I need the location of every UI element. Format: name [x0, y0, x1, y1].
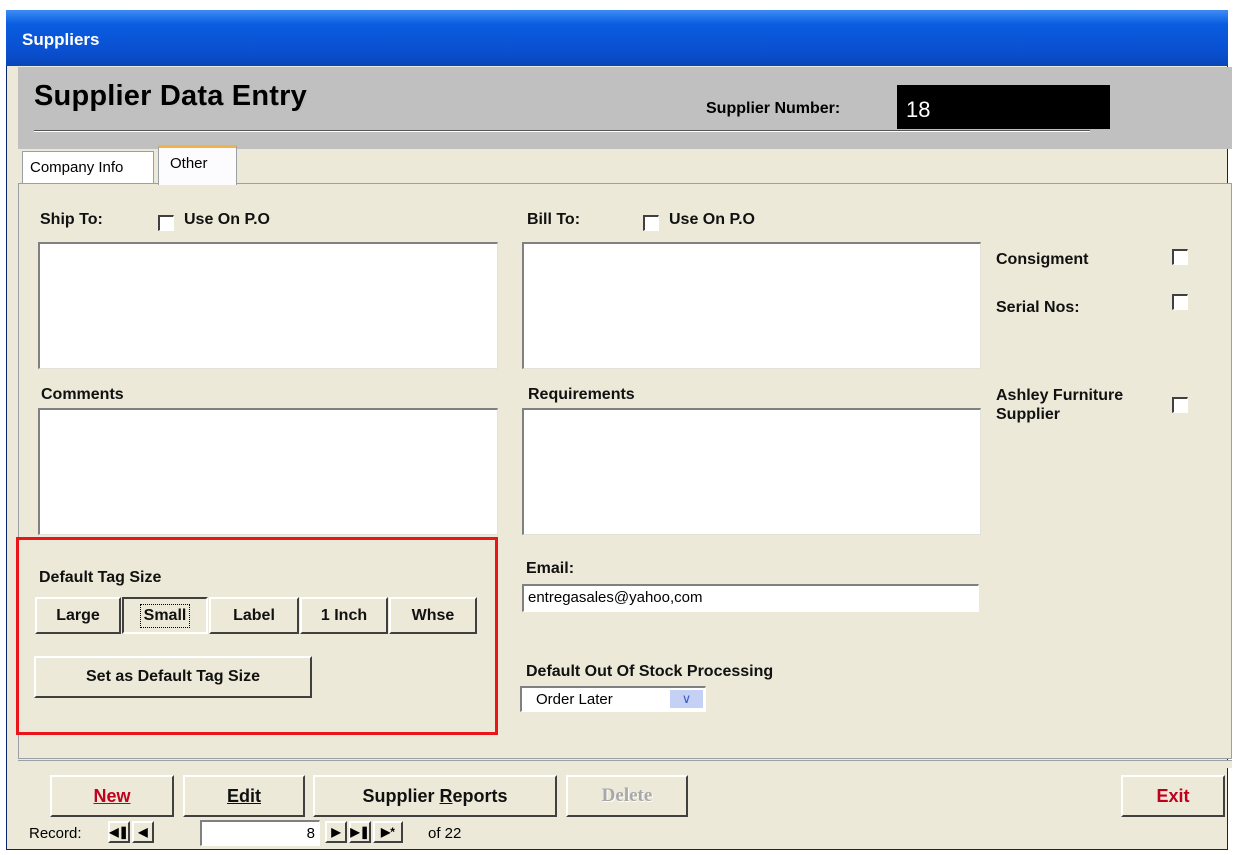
default-tag-size-label: Default Tag Size [39, 569, 162, 586]
set-default-tag-size-label: Set as Default Tag Size [86, 668, 260, 685]
supplier-number-field[interactable]: 18 [897, 85, 1110, 129]
out-of-stock-value: Order Later [536, 691, 613, 708]
title-bar[interactable] [6, 10, 1228, 66]
tab-company-info[interactable]: Company Info [22, 151, 154, 183]
chevron-down-icon[interactable]: ∨ [670, 690, 703, 708]
comments-label: Comments [41, 386, 124, 403]
bill-to-textarea[interactable] [522, 242, 981, 369]
ashley-furniture-checkbox[interactable] [1172, 397, 1188, 413]
consignment-label: Consigment [996, 251, 1089, 268]
first-record-icon[interactable]: ◀❚ [108, 821, 130, 843]
record-count: of 22 [428, 825, 462, 842]
new-button-label: New [93, 785, 131, 806]
serial-nos-checkbox[interactable] [1172, 294, 1188, 310]
serial-nos-label: Serial Nos: [996, 299, 1080, 316]
bill-to-label: Bill To: [527, 211, 581, 228]
tag-size-1inch-button[interactable]: 1 Inch [300, 597, 388, 634]
record-label: Record: [29, 825, 82, 842]
delete-button-label: Delete [601, 785, 653, 806]
tag-size-large-label: Large [56, 606, 100, 624]
email-label: Email: [526, 560, 575, 577]
reports-label-prefix: Supplier [362, 785, 440, 806]
previous-record-icon[interactable]: ◀ [132, 821, 154, 843]
email-field[interactable]: entregasales@yahoo,com [522, 584, 979, 612]
record-number-field[interactable]: 8 [200, 820, 320, 846]
ashley-supplier-label: Supplier [996, 406, 1061, 423]
reports-label-rest: eports [452, 785, 508, 806]
tag-size-small-label: Small [139, 603, 191, 628]
window-title: Suppliers [22, 30, 100, 49]
out-of-stock-label: Default Out Of Stock Processing [526, 663, 774, 680]
consignment-checkbox[interactable] [1172, 249, 1188, 265]
exit-button[interactable]: Exit [1121, 775, 1225, 817]
supplier-reports-button[interactable]: Supplier Reports [313, 775, 557, 817]
tag-size-label-label: Label [233, 606, 275, 624]
ship-to-label: Ship To: [40, 211, 103, 228]
tab-other[interactable]: Other [158, 145, 237, 185]
ship-to-use-on-po-checkbox[interactable] [158, 215, 174, 231]
new-record-icon[interactable]: ▶* [373, 821, 403, 843]
reports-label-key: R [439, 785, 453, 806]
tag-size-label-button[interactable]: Label [209, 597, 299, 634]
next-record-icon[interactable]: ▶ [325, 821, 347, 843]
bill-to-use-on-po-checkbox[interactable] [643, 215, 659, 231]
ship-to-textarea[interactable] [38, 242, 498, 369]
tag-size-1inch-label: 1 Inch [320, 606, 368, 624]
page-title: Supplier Data Entry [34, 80, 307, 112]
tag-size-large-button[interactable]: Large [35, 597, 121, 634]
set-default-tag-size-button[interactable]: Set as Default Tag Size [34, 656, 312, 698]
comments-textarea[interactable] [38, 408, 498, 535]
bill-to-use-on-po-label: Use On P.O [669, 211, 755, 228]
requirements-label: Requirements [528, 386, 635, 403]
requirements-textarea[interactable] [522, 408, 981, 535]
toolbar-separator [18, 760, 1232, 768]
tag-size-whse-button[interactable]: Whse [389, 597, 477, 634]
last-record-icon[interactable]: ▶❚ [349, 821, 371, 843]
supplier-number-label: Supplier Number: [706, 100, 841, 117]
title-divider [34, 130, 1090, 132]
tag-size-small-button[interactable]: Small [122, 597, 208, 634]
out-of-stock-select[interactable]: Order Later ∨ [520, 686, 706, 712]
delete-button[interactable]: Delete [566, 775, 688, 817]
edit-button-label: Edit [227, 785, 261, 806]
new-button[interactable]: New [50, 775, 174, 817]
exit-button-label: Exit [1156, 785, 1190, 806]
ashley-furniture-label: Ashley Furniture [996, 387, 1124, 404]
tag-size-highlight [16, 537, 498, 735]
ship-to-use-on-po-label: Use On P.O [184, 211, 270, 228]
edit-button[interactable]: Edit [183, 775, 305, 817]
tag-size-whse-label: Whse [411, 606, 455, 624]
